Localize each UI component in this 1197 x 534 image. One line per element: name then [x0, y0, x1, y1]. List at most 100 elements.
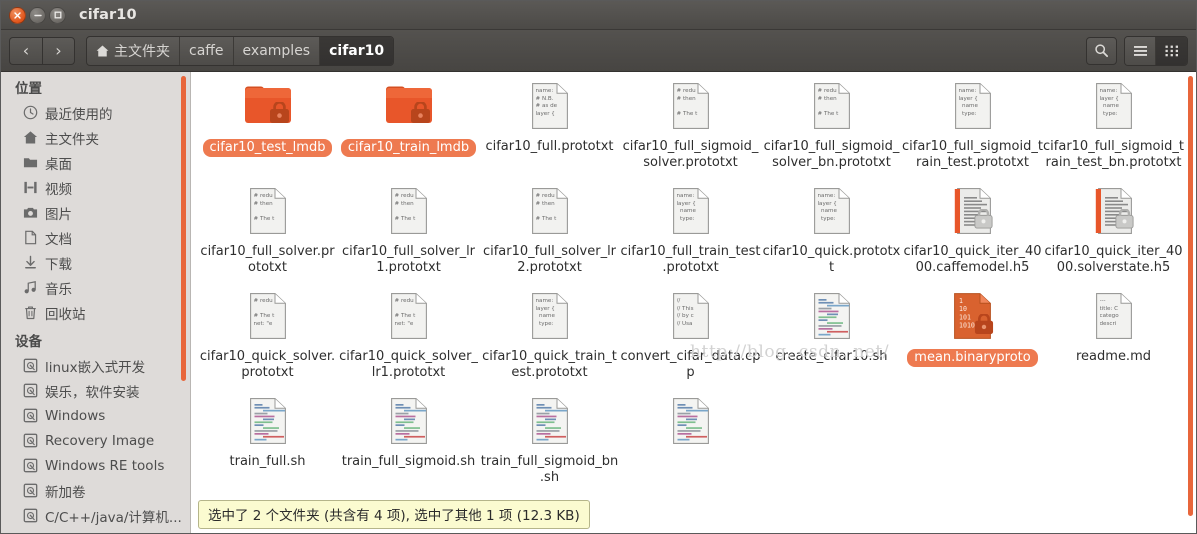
grid-view-button[interactable] [1156, 36, 1187, 65]
drive-icon [23, 483, 38, 498]
sidebar-item-7[interactable]: 音乐 [1, 275, 191, 300]
file-label: readme.md [1076, 349, 1151, 364]
breadcrumb: 主文件夹 caffe examples cifar10 [86, 35, 395, 66]
svg-text:101: 101 [959, 313, 971, 321]
file-item[interactable]: 1 10 101 1010 mean.binaryproto [902, 288, 1043, 393]
drive-icon [23, 508, 38, 523]
script-document-icon [338, 398, 479, 452]
file-item[interactable]: # redu # The t net: "e cifar10_quick_solve… [338, 288, 479, 393]
list-view-button[interactable] [1125, 36, 1156, 65]
breadcrumb-item-caffe[interactable]: caffe [180, 36, 234, 65]
camera-icon [23, 205, 38, 220]
file-item[interactable]: cifar10_test_lmdb [197, 78, 338, 183]
sidebar-scrollbar[interactable] [181, 76, 186, 381]
file-item[interactable]: --- title: Ccatego descri readme.md [1043, 288, 1184, 393]
download-icon [23, 255, 38, 270]
minimize-icon[interactable] [29, 6, 46, 24]
file-item[interactable]: name: layer { name type: cifar10_quick_tra… [479, 288, 620, 393]
sidebar-item-8[interactable]: 回收站 [1, 300, 191, 325]
sidebar-item-0[interactable]: 最近使用的 [1, 100, 191, 125]
file-item[interactable]: //// This// by c// Usa convert_cifar_data… [620, 288, 761, 393]
sidebar-item-1[interactable]: 娱乐，软件安装 [1, 378, 191, 403]
sidebar-item-3[interactable]: 视频 [1, 175, 191, 200]
file-item[interactable]: cifar10_train_lmdb [338, 78, 479, 183]
file-item[interactable]: create_cifar10.sh [761, 288, 902, 393]
file-item[interactable]: train_full.sh [197, 393, 338, 498]
file-item[interactable]: name: # N.B. # as de layer {cifar10_full.pr… [479, 78, 620, 183]
text-document-icon: # redu # The t net: "e [197, 293, 338, 347]
file-item[interactable]: name: layer { name type: cifar10_quick.pro… [761, 183, 902, 288]
breadcrumb-label: cifar10 [329, 42, 385, 59]
search-button[interactable] [1086, 36, 1117, 65]
file-item[interactable]: # redu # then # The t cifar10_full_solver_… [479, 183, 620, 288]
window-body: 位置 最近使用的 主文件夹 桌面 视频 图片 文档 下载 音乐 回收站 设备 linux嵌入式开发 娱乐… [1, 72, 1196, 533]
file-pane[interactable]: cifar10_test_lmdb cifar10_train_lmdb name:… [191, 72, 1196, 533]
sidebar-item-4[interactable]: 图片 [1, 200, 191, 225]
svg-text:10: 10 [959, 305, 967, 313]
file-item[interactable]: # redu # then # The t cifar10_full_sigmoid… [620, 78, 761, 183]
breadcrumb-item-cifar10[interactable]: cifar10 [320, 36, 394, 65]
sidebar-item-label: 文档 [45, 231, 72, 248]
window-controls [9, 6, 66, 24]
file-item[interactable]: # redu # then # The t cifar10_full_solver.… [197, 183, 338, 288]
maximize-icon[interactable] [49, 6, 66, 24]
sidebar-item-4[interactable]: Windows RE tools [1, 453, 191, 478]
file-item[interactable]: name: layer { name type: cifar10_full_trai… [620, 183, 761, 288]
title-bar: cifar10 [1, 1, 1196, 30]
file-item[interactable]: # redu # then # The t cifar10_full_solver_… [338, 183, 479, 288]
file-item[interactable]: # redu # then # The t cifar10_full_sigmoid… [761, 78, 902, 183]
list-view-icon [1133, 45, 1147, 56]
sidebar-section-header: 位置 [15, 81, 42, 97]
file-label: cifar10_test_lmdb [202, 139, 333, 157]
file-label: cifar10_quick.prototxt [762, 244, 901, 275]
sidebar-item-label: Windows [45, 407, 106, 424]
toolbar: ‹ › 主文件夹 caffe examples cifar10 [1, 30, 1196, 72]
file-label: cifar10_full_sigmoid_solver.prototxt [622, 139, 759, 170]
sidebar-item-5[interactable]: 文档 [1, 225, 191, 250]
text-document-icon: # redu # The t net: "e [338, 293, 479, 347]
sidebar-item-3[interactable]: Recovery Image [1, 428, 191, 453]
file-item[interactable]: train_full_sigmoid.sh [338, 393, 479, 498]
breadcrumb-item-examples[interactable]: examples [234, 36, 321, 65]
file-pane-scrollbar[interactable] [1188, 76, 1193, 516]
file-label: cifar10_quick_train_test.prototxt [482, 349, 617, 380]
file-item[interactable]: train_full_sigmoid_bn.sh [479, 393, 620, 498]
folder-icon [23, 155, 38, 170]
script-document-icon [761, 293, 902, 347]
sidebar-item-0[interactable]: linux嵌入式开发 [1, 353, 191, 378]
sidebar-item-6[interactable]: 下载 [1, 250, 191, 275]
close-icon[interactable] [9, 6, 26, 24]
sidebar-item-2[interactable]: Windows [1, 403, 191, 428]
back-button[interactable]: ‹ [9, 36, 42, 65]
file-item[interactable] [620, 393, 761, 498]
text-document-icon: name: layer { name type: [620, 188, 761, 242]
file-item[interactable]: cifar10_quick_iter_4000.caffemodel.h5 [902, 183, 1043, 288]
sidebar-item-5[interactable]: 新加卷 [1, 478, 191, 503]
sidebar-item-label: 视频 [45, 181, 72, 198]
text-document-icon: # redu # then # The t [761, 83, 902, 137]
window-title: cifar10 [79, 7, 137, 23]
view-switcher [1124, 35, 1188, 66]
file-item[interactable]: # redu # The t net: "e cifar10_quick_solve… [197, 288, 338, 393]
sidebar-item-label: 娱乐，软件安装 [45, 384, 140, 401]
file-item[interactable]: name: layer { name type: cifar10_full_sigm… [902, 78, 1043, 183]
breadcrumb-item-home[interactable]: 主文件夹 [87, 36, 180, 65]
file-label: create_cifar10.sh [775, 349, 888, 364]
text-document-icon: name: layer { name type: [902, 83, 1043, 137]
file-label: mean.binaryproto [907, 349, 1038, 367]
sidebar-item-label: linux嵌入式开发 [45, 359, 146, 376]
sidebar-item-label: 回收站 [45, 306, 86, 323]
h5-locked-icon [1043, 188, 1184, 242]
sidebar-item-1[interactable]: 主文件夹 [1, 125, 191, 150]
text-document-icon: # redu # then # The t [479, 188, 620, 242]
drive-icon [23, 383, 38, 398]
trash-icon [23, 305, 38, 320]
breadcrumb-label: examples [242, 42, 311, 59]
sidebar-item-6[interactable]: C/C++/java/计算机... [1, 503, 191, 528]
file-label: cifar10_full_sigmoid_solver_bn.prototxt [763, 139, 900, 170]
file-item[interactable]: name: layer { name type: cifar10_full_sigm… [1043, 78, 1184, 183]
file-item[interactable]: cifar10_quick_iter_4000.solverstate.h5 [1043, 183, 1184, 288]
file-label: cifar10_quick_iter_4000.solverstate.h5 [1044, 244, 1183, 275]
sidebar-item-2[interactable]: 桌面 [1, 150, 191, 175]
forward-button[interactable]: › [42, 36, 75, 65]
